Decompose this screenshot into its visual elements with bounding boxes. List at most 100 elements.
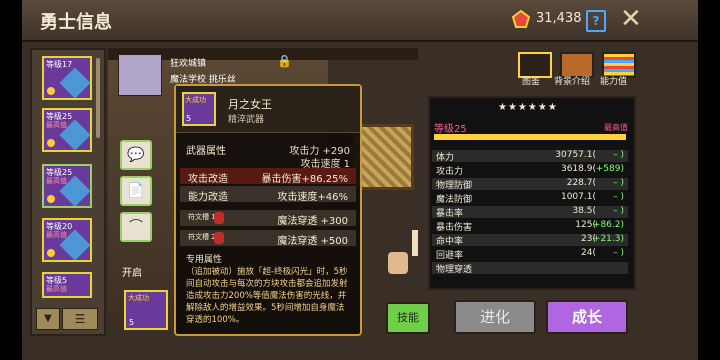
special-title: 专用属性 (186, 255, 223, 265)
stat-key: 回避率 (436, 251, 464, 261)
hero-max: 最高值 (46, 231, 67, 239)
stat-bonus: +21.3) (592, 234, 624, 244)
stats-panel: ★★★★★★ 等级25 最高值 体力 30757.1(– ) 攻击力 3618.9(… (428, 96, 636, 290)
hero-max: 最高值 (46, 285, 67, 293)
page-title: 勇士信息 (40, 12, 112, 33)
stat-row: 物理防御 228.7( – ) (432, 178, 628, 191)
stat-row: 体力 30757.1(– ) (432, 150, 628, 163)
stat-bonus: – ) (613, 192, 624, 202)
mod-row: 能力改造 攻击速度+46% (180, 186, 356, 203)
npc-character (388, 252, 408, 274)
stat-value: 38.5( (572, 206, 596, 216)
chat-icon: 💬 (127, 147, 145, 163)
success-badge: 大成功 (185, 96, 206, 104)
star-icon (47, 195, 55, 203)
mod-value: 攻击速度+46% (277, 192, 348, 203)
stat-row: 暴击率 38.5( – ) (432, 206, 628, 219)
lock-icon[interactable]: 🔒 (277, 54, 292, 68)
star-rating: ★★★★★★ (498, 102, 558, 113)
stat-key: 物理穿透 (436, 265, 473, 275)
rune-row: 符文槽 1 魔法穿透 +300 (180, 210, 356, 227)
stat-key: 命中率 (436, 237, 464, 247)
start-label: 开启 (122, 268, 142, 279)
gem-currency-icon (511, 9, 531, 28)
hanger-icon: ⌒ (129, 219, 143, 235)
hero-list: 等级17 等级25 最高值 等级25 最高值 等级20 最高值 等级5 最高值 (30, 48, 106, 336)
stat-value: 3618.9( (560, 164, 596, 174)
hero-card[interactable]: 等级17 (42, 56, 92, 100)
stat-value: 1007.1( (560, 192, 596, 202)
stats-max: 最高值 (604, 123, 628, 132)
success-badge: 大成功 (128, 294, 149, 302)
hero-card-selected[interactable]: 等级25 最高值 (42, 164, 92, 208)
stat-key: 暴击伤害 (436, 223, 473, 233)
stats-tab-label: 能力值 (600, 77, 628, 87)
stat-bonus: – ) (613, 206, 624, 216)
list-icon: ☰ (74, 312, 86, 326)
town-name: 狂欢城镇 (170, 59, 207, 69)
grow-button[interactable]: 成长 (546, 300, 628, 334)
rune-icon (214, 212, 224, 224)
star-icon (47, 87, 55, 95)
stat-bonus: – ) (613, 150, 624, 160)
stat-row: 回避率 24( – ) (432, 248, 628, 261)
stat-key: 体力 (436, 153, 455, 163)
rune-key: 符文槽 1 (188, 213, 216, 221)
star-icon (47, 249, 55, 257)
hero-card[interactable]: 等级5 最高值 (42, 272, 92, 298)
currency-amount: 31,438 (536, 11, 582, 26)
stat-bonus: – ) (613, 178, 624, 188)
weapon-icon: 大成功 5 (182, 92, 216, 126)
story-tab-label: 背景介绍 (554, 77, 591, 87)
help-button[interactable]: ? (586, 10, 606, 32)
rune-value: 魔法穿透 +500 (277, 236, 348, 247)
evolve-button[interactable]: 进化 (454, 300, 536, 334)
rune-row: 符文槽 2 魔法穿透 +500 (180, 230, 356, 247)
hero-card[interactable]: 等级25 最高值 (42, 108, 92, 152)
chevron-down-icon: ▼ (44, 313, 52, 324)
rune-value: 魔法穿透 +300 (277, 216, 348, 227)
stat-row: 暴击伤害 125(+86.2) (432, 220, 628, 233)
stat-key: 魔法防御 (436, 195, 473, 205)
stat-key: 物理防御 (436, 181, 473, 191)
stat-row: 命中率 23(+21.3) (432, 234, 628, 247)
wardrobe-button[interactable]: ⌒ (120, 212, 152, 242)
filter-dropdown-button[interactable]: ▼ (36, 308, 60, 330)
skill-button[interactable]: 技能 (386, 302, 430, 334)
hero-card[interactable]: 等级20 最高值 (42, 218, 92, 262)
mod-value: 暴击伤害+86.25% (261, 174, 348, 185)
mod-key: 能力改造 (188, 192, 228, 203)
mod-row: 攻击改造 暴击伤害+86.25% (180, 168, 356, 185)
rune-key: 符文槽 2 (188, 233, 216, 241)
level-progress (434, 134, 626, 140)
candle (412, 230, 418, 256)
hero-max: 最高值 (46, 121, 67, 129)
equipped-weapon-button[interactable]: 大成功 5 (124, 290, 168, 330)
mod-key: 攻击改造 (188, 174, 228, 185)
weapon-name: 月之女王 (228, 98, 272, 111)
stat-bonus: +86.2) (592, 220, 624, 230)
weapon-level: 5 (129, 318, 135, 327)
weapon-tooltip: 大成功 5 月之女王 精淬武器 武器属性 攻击力 +290 攻击速度 1 攻击改… (174, 84, 362, 336)
stats-level: 等级25 (434, 124, 467, 135)
chat-button[interactable]: 💬 (120, 140, 152, 170)
book-icon: 📄 (127, 183, 145, 199)
book-button[interactable]: 📄 (120, 176, 152, 206)
hero-list-scrollbar[interactable] (96, 58, 100, 138)
list-view-button[interactable]: ☰ (62, 308, 98, 330)
stat-bonus: – ) (613, 248, 624, 258)
weapon-icon (59, 67, 91, 99)
stat-key: 攻击力 (436, 167, 464, 177)
codex-tab-label: 图鉴 (522, 77, 541, 87)
stat-key: 暴击率 (436, 209, 464, 219)
stat-row: 攻击力 3618.9(+589) (432, 164, 628, 177)
stat-row: 物理穿透 (432, 262, 628, 275)
close-button[interactable]: ✕ (620, 6, 646, 32)
stat-row: 魔法防御 1007.1( – ) (432, 192, 628, 205)
stat-bonus: +589) (595, 164, 624, 174)
weapon-attr-title: 武器属性 (186, 146, 226, 157)
stat-value: 24( (581, 248, 596, 258)
rune-icon (214, 232, 224, 244)
stat-value: 228.7( (566, 178, 596, 188)
hero-level: 等级17 (46, 60, 73, 69)
